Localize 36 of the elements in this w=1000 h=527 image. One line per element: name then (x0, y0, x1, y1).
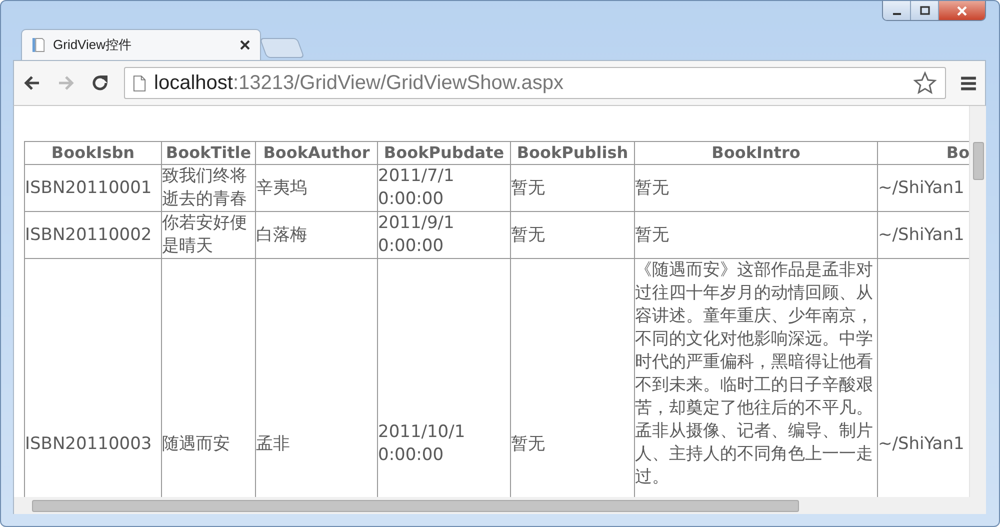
horizontal-scrollbar[interactable] (14, 497, 986, 514)
page-icon (133, 74, 146, 92)
star-icon[interactable] (913, 71, 937, 95)
table-cell: 2011/7/1 0:00:00 (378, 164, 510, 212)
tab-title: GridView控件 (53, 36, 133, 54)
table-cell: 暂无 (634, 212, 878, 258)
url-text: localhost:13213/GridView/GridViewShow.aspx (154, 72, 564, 94)
document-icon (32, 37, 45, 53)
minimize-button[interactable] (883, 1, 911, 20)
maximize-icon (918, 6, 930, 16)
column-header: BookTitle (162, 142, 256, 164)
column-header: BookIntro (634, 142, 878, 164)
table-cell: 致我们终将逝去的青春 (162, 164, 256, 212)
table-cell: 你若安好便是晴天 (162, 212, 256, 258)
column-header: BookPublish (510, 142, 634, 164)
reload-icon[interactable] (90, 73, 110, 93)
table-cell: 白落梅 (256, 212, 378, 258)
browser-tab[interactable]: GridView控件 (21, 29, 261, 60)
column-header: BookAuthor (256, 142, 378, 164)
table-cell: 暂无 (510, 212, 634, 258)
table-cell: 辛夷坞 (256, 164, 378, 212)
table-cell: 暂无 (510, 164, 634, 212)
close-button[interactable] (939, 1, 985, 20)
table-cell: 暂无 (634, 164, 878, 212)
close-icon (956, 6, 968, 16)
vertical-scrollbar[interactable] (969, 106, 986, 497)
column-header: BookPubdate (378, 142, 510, 164)
table-cell: ISBN20110001 (24, 164, 162, 212)
minimize-icon (892, 12, 900, 14)
address-field[interactable]: localhost:13213/GridView/GridViewShow.aspx (124, 67, 946, 99)
close-icon[interactable] (240, 40, 250, 50)
menu-icon[interactable] (960, 74, 977, 92)
table-cell: 2011/9/1 0:00:00 (378, 212, 510, 258)
maximize-button[interactable] (911, 1, 939, 20)
table-cell: ISBN20110002 (24, 212, 162, 258)
column-header: BookIsbn (24, 142, 162, 164)
